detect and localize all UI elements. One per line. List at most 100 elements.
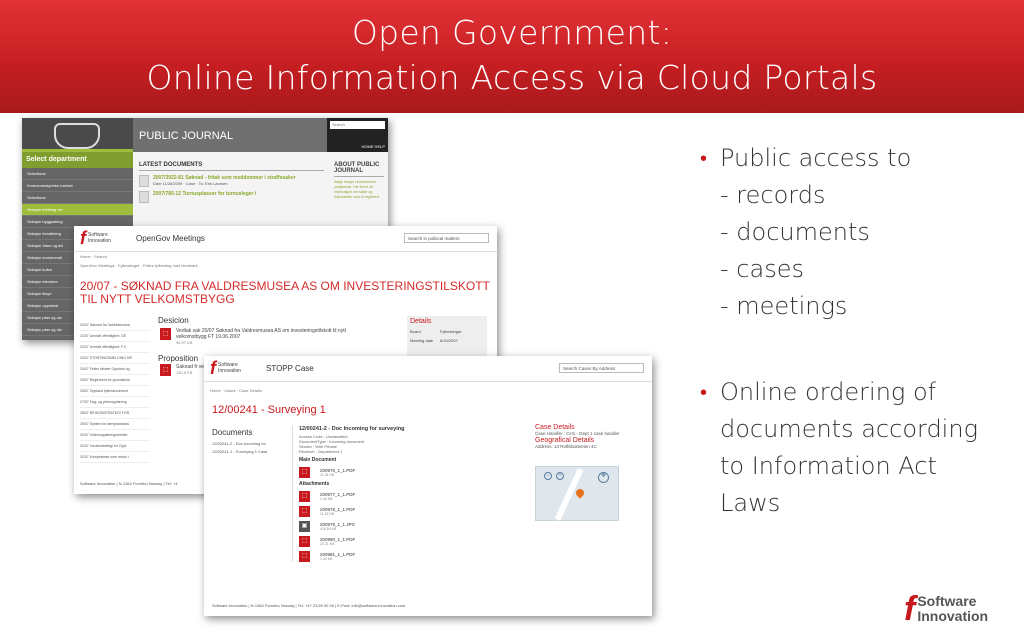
slide-title-line2: Online Information Access via Cloud Port… [146,58,878,97]
about-header: ABOUT PUBLIC JOURNAL [334,162,384,177]
latest-documents: LATEST DOCUMENTS 2007/3922-81 Søknad - f… [139,162,324,203]
main-document[interactable]: ⬚ 200976_1_1.PDF 11.34 KB [299,467,522,478]
list-item[interactable]: 31/07 Jordverstrategi for Oppl [80,441,150,452]
attachment[interactable]: ⬚ 200978_1_1.PDF 11.43 KB [299,506,522,517]
bullet-online-ordering: • Online ordering of documents according… [700,374,1000,522]
bullet-public-access: • Public access to - records - documents… [700,140,1000,325]
details-row: Board Fylkestinget [410,329,462,334]
case-search-input[interactable]: Search Cases By Address [559,363,644,373]
meetings-search-input[interactable]: Search in political matters [404,233,489,243]
logo-word: Innovation [917,608,989,624]
attachment[interactable]: ⬚ 200977_1_1.PDF 1.44 KB [299,491,522,502]
list-item[interactable]: 23/07 STORTINGSMELDING NR [80,353,150,364]
sidebar-item-selected[interactable]: Seksjon kretsing vei [22,204,133,216]
doc-meta: Date 11/26/2009 · Case · To: Erik Laurse… [153,181,228,186]
breadcrumb[interactable]: Home · Cases · Case Details [204,386,652,395]
sidebar-item[interactable]: Selections [22,192,133,204]
list-item[interactable]: 24/07 Felles fakster Oppland og [80,364,150,375]
software-innovation-logo: f Software Innovation [210,358,242,378]
public-journal-header: PUBLIC JOURNAL [133,118,327,152]
proposition-header: Proposition [158,354,199,363]
attachment[interactable]: ▣ 200979_1_1.JPG 416.54 KB [299,521,522,532]
software-innovation-logo: f Software Innovation [80,228,112,248]
pdf-icon: ⬚ [299,491,310,502]
doc-title: 12/00241-2 - Doc Incoming for surveying [299,426,405,432]
bullet-line: documents according [720,415,978,443]
bullet-icon: • [700,380,708,404]
list-item[interactable]: 29/07 System for læreplanklass [80,419,150,430]
attachments-header: Attachments [299,481,330,487]
pdf-icon[interactable]: ⬚ [160,328,171,340]
document-icon [139,175,149,187]
logo-mark-icon: f [904,590,916,628]
list-item[interactable]: 12/00241-2 - Doc Incoming for [212,441,282,446]
page-title: 20/07 - SØKNAD FRA VALDRESMUSEA AS OM IN… [80,279,490,306]
journal-nav-links[interactable]: HOME HELP [361,144,385,149]
breadcrumb-secondary[interactable]: OpenGov Meetings · Fylkestinget · Felles… [74,261,497,270]
case-details-header: Case Details [535,424,575,431]
bullet-line: Laws [720,489,781,517]
geo-details-header: Geografical Details [535,436,595,444]
journal-search-input[interactable]: Search [330,121,385,129]
slide-header: Open Government: Online Information Acce… [0,0,1024,113]
select-department-header[interactable]: Select department [22,152,133,168]
list-item[interactable]: 30/07 Videreopplæringsmeldin [80,430,150,441]
matters-list: 20/07 Søknad fra Valdresmusea 21/07 Unnt… [80,320,150,463]
bullet-line: to Information Act [720,452,937,480]
latest-documents-header: LATEST DOCUMENTS [139,162,324,171]
attachment[interactable]: ⬚ 200980_1_1.PDF 22.21 KB [299,536,522,547]
about-panel: ABOUT PUBLIC JOURNAL Søkje innsyn i komm… [334,162,384,200]
bullet-icon: • [700,146,708,170]
documents-list: Documents 12/00241-2 - Doc Incoming for … [212,428,282,454]
stopp-case-screenshot: f Software Innovation STOPP Case Search Ca… [204,356,652,616]
list-item[interactable]: 21/07 Unntatt offentlighet: OE [80,331,150,342]
pdf-icon: ⬚ [299,467,310,478]
image-file-icon: ▣ [299,521,310,532]
pan-control-icon[interactable]: ✥ [598,472,609,483]
list-item[interactable]: 28/07 REGIONSTRATEGI FOR [80,408,150,419]
app-title: STOPP Case [266,364,314,373]
app-title: OpenGov Meetings [136,234,205,243]
bullet-line: - meetings [720,292,848,320]
main-document-header: Main Document [299,457,337,463]
list-item[interactable]: 2007/3922-81 Søknad - fritak som meddomm… [139,175,324,187]
bullet-line: - documents [720,218,870,246]
list-item[interactable]: 27/07 Fag- og yrkesopplæring [80,397,150,408]
list-item[interactable]: 26/07 Oppland fylkeskommune [80,386,150,397]
bullet-line: Public access to [720,144,912,172]
sidebar-item[interactable]: Selections [22,168,133,180]
logo-word: Software [917,593,977,609]
attachment[interactable]: ⬚ 200981_1_1.PDF 1.44 KB [299,551,522,562]
zoom-in-icon[interactable]: + [556,472,564,480]
footer: Software Innovation | N-1364 Fornebu Nor… [80,481,178,486]
software-innovation-logo: f Software Innovation [904,592,988,626]
case-topbar: f Software Innovation STOPP Case Search Ca… [204,356,652,382]
about-text: Søkje innsyn i kommunens postjournal. He… [334,180,380,199]
map-pin-icon[interactable] [574,487,586,499]
decision-header: Desicion [158,316,189,325]
list-item[interactable]: 25/07 Reglement for grunnskole [80,375,150,386]
pdf-icon[interactable]: ⬚ [160,364,171,376]
crest-icon [54,123,100,149]
pdf-icon: ⬚ [299,551,310,562]
case-details-panel: Case Details Case Handler : CH1 - Dept 1… [535,424,645,449]
footer: Software Innovation | N-1364 Fornebu Nor… [212,603,406,608]
decision-document[interactable]: Vedtak sak 20/07 Søknad fra Valdresmusea… [176,328,376,346]
zoom-out-icon[interactable]: − [544,472,552,480]
map[interactable]: − + ✥ [535,466,619,521]
list-item[interactable]: 20/07 Søknad fra Valdresmusea [80,320,150,331]
meetings-topbar: f Software Innovation OpenGov Meetings Sea… [74,226,497,252]
details-panel: Details Board Fylkestinget Meeting date 6/… [407,316,487,356]
bullet-line: - cases [720,255,804,283]
sidebar-item[interactable]: Kommunestyrelse-merket [22,180,133,192]
list-item[interactable]: 2007/785-12 Turnusplasser for turnuslege… [139,191,324,203]
breadcrumb[interactable]: Home · Search [74,252,497,261]
doc-title[interactable]: 2007/785-12 Turnusplasser for turnuslege… [153,191,256,197]
page-title: 12/00241 - Surveying 1 [212,404,326,416]
list-item[interactable]: 22/07 Unntatt offentlighet: F.C [80,342,150,353]
list-item[interactable]: 32/07 Kompetanse som motor i [80,452,150,463]
list-item[interactable]: 12/00241-1 - Surveying 1 Case [212,449,282,454]
document-detail: 12/00241-2 - Doc Incoming for surveying … [292,426,522,562]
details-header: Details [410,318,432,325]
municipal-logo [22,118,133,152]
